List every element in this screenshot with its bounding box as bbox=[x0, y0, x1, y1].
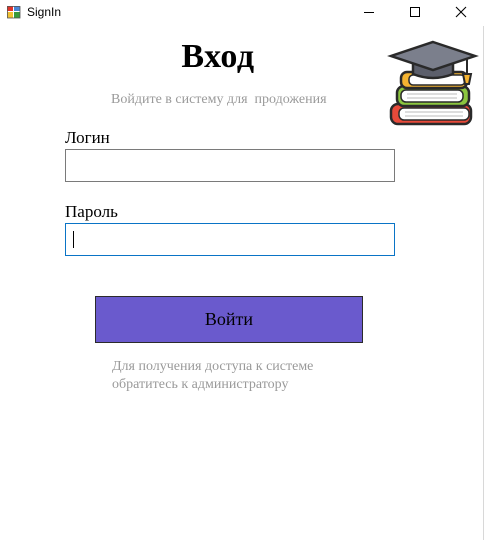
maximize-icon bbox=[410, 7, 420, 17]
graduation-cap-books-logo bbox=[387, 40, 479, 126]
page-subtitle: Войдите в систему для продожения bbox=[111, 92, 327, 107]
signin-window: SignIn Вход Войдите в систему для продож… bbox=[0, 0, 484, 540]
password-input[interactable] bbox=[65, 223, 395, 256]
access-hint: Для получения доступа к системе обратите… bbox=[112, 358, 313, 394]
title-bar: SignIn bbox=[0, 0, 484, 26]
app-icon bbox=[7, 6, 21, 19]
minimize-button[interactable] bbox=[346, 0, 392, 24]
page-title: Вход bbox=[181, 38, 255, 75]
text-caret bbox=[73, 231, 74, 248]
access-hint-line-1: Для получения доступа к системе bbox=[112, 359, 314, 374]
access-hint-line-2: обратитесь к администратору bbox=[112, 377, 289, 392]
close-button[interactable] bbox=[438, 0, 484, 24]
login-button[interactable]: Войти bbox=[95, 296, 363, 343]
close-icon bbox=[455, 6, 467, 18]
window-title: SignIn bbox=[27, 5, 62, 19]
login-input[interactable] bbox=[65, 149, 395, 182]
login-label: Логин bbox=[65, 128, 110, 147]
minimize-icon bbox=[364, 12, 374, 13]
password-label: Пароль bbox=[65, 202, 118, 221]
maximize-button[interactable] bbox=[392, 0, 438, 24]
